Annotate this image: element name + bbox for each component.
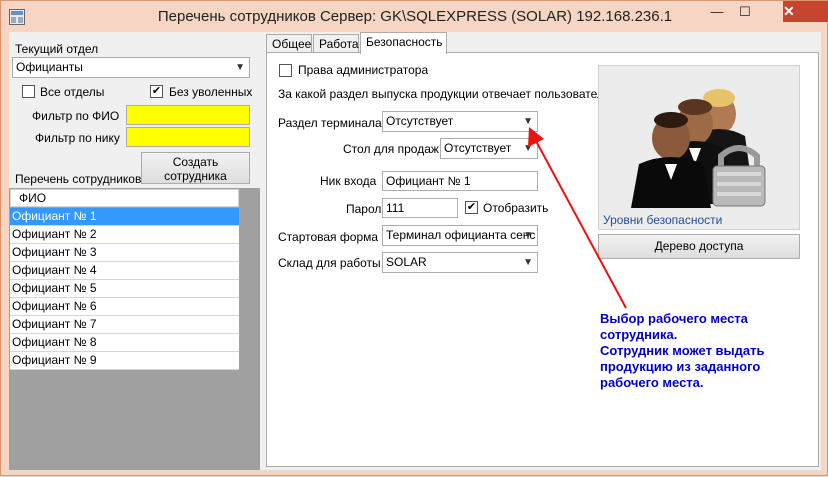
chevron-down-icon: ▼ — [523, 230, 533, 241]
annotation-line: рабочего места. — [600, 375, 704, 390]
checkmark-icon: ✔ — [151, 85, 162, 97]
no-fired-label: Без уволенных — [169, 85, 253, 99]
login-nick-label: Ник входа — [320, 174, 377, 188]
table-row[interactable]: Официант № 4 — [10, 262, 239, 280]
maximize-button[interactable]: ☐ — [732, 2, 758, 23]
warehouse-value: SOLAR — [386, 255, 427, 269]
chevron-down-icon: ▼ — [523, 257, 533, 268]
security-tab-panel: Права администратора За какой раздел вып… — [266, 52, 819, 467]
terminal-section-select[interactable]: Отсутствует ▼ — [382, 111, 538, 132]
all-depts-label: Все отделы — [40, 85, 105, 99]
production-question-label: За какой раздел выпуска продукции отвеча… — [278, 87, 611, 101]
client-area: Текущий отдел Официанты ▼ Все отделы ✔ Б… — [9, 32, 821, 470]
current-dept-select[interactable]: Официанты ▼ — [12, 57, 250, 78]
table-row[interactable]: Официант № 6 — [10, 298, 239, 316]
current-dept-label: Текущий отдел — [15, 42, 99, 56]
admin-rights-label: Права администратора — [298, 63, 429, 77]
create-button-line1: Создать — [172, 155, 219, 169]
annotation-text: Выбор рабочего места сотрудника. Сотрудн… — [600, 311, 765, 391]
filter-fio-input[interactable] — [126, 105, 250, 125]
users-lock-icon — [631, 89, 766, 208]
start-form-label: Стартовая форма — [278, 230, 379, 244]
login-nick-input[interactable]: Официант № 1 — [382, 171, 538, 191]
security-levels-link[interactable]: Уровни безопасности — [603, 212, 722, 228]
show-password-label: Отобразить — [483, 201, 549, 215]
warehouse-select[interactable]: SOLAR ▼ — [382, 252, 538, 273]
current-dept-value: Официанты — [16, 60, 83, 74]
terminal-section-value: Отсутствует — [386, 114, 454, 128]
chevron-down-icon: ▼ — [235, 62, 245, 73]
table-row[interactable]: Официант № 3 — [10, 244, 239, 262]
tab-security[interactable]: Безопасность — [360, 32, 447, 54]
table-row[interactable]: Официант № 2 — [10, 226, 239, 244]
terminal-section-label: Раздел терминала — [278, 116, 382, 130]
annotation-line: продукцию из заданного — [600, 359, 761, 374]
no-fired-checkbox[interactable]: ✔ — [150, 85, 163, 98]
employee-list-label: Перечень сотрудников — [15, 172, 142, 186]
close-button[interactable]: ✕ — [783, 1, 828, 22]
table-row[interactable]: Официант № 1 — [10, 208, 239, 226]
tab-general[interactable]: Общее — [266, 34, 312, 54]
chevron-down-icon: ▼ — [523, 116, 533, 127]
filter-nick-input[interactable] — [126, 127, 250, 147]
security-levels-image[interactable]: Уровни безопасности — [598, 65, 800, 230]
employee-grid[interactable]: ФИО Официант № 1 Официант № 2 Официант №… — [9, 188, 260, 470]
create-employee-button[interactable]: Создать сотрудника — [141, 152, 250, 184]
sales-table-select[interactable]: Отсутствует ▼ — [440, 138, 538, 159]
table-row[interactable]: Официант № 8 — [10, 334, 239, 352]
start-form-value: Терминал официанта сенс — [386, 228, 536, 242]
tab-work[interactable]: Работа — [313, 34, 359, 54]
checkmark-icon: ✔ — [466, 201, 477, 213]
annotation-line: Выбор рабочего места — [600, 311, 748, 326]
create-button-line2: сотрудника — [164, 169, 227, 183]
chevron-down-icon: ▼ — [523, 143, 533, 154]
password-input[interactable]: 111 — [382, 198, 458, 218]
table-row[interactable]: Официант № 9 — [10, 352, 239, 370]
app-window: Перечень сотрудников Сервер: GK\SQLEXPRE… — [0, 0, 828, 476]
table-row[interactable]: Официант № 5 — [10, 280, 239, 298]
filter-fio-label: Фильтр по ФИО — [32, 109, 120, 123]
grid-header-fio[interactable]: ФИО — [10, 189, 239, 207]
annotation-line: Сотрудник может выдать — [600, 343, 765, 358]
minimize-button[interactable]: — — [704, 2, 730, 23]
table-row[interactable]: Официант № 7 — [10, 316, 239, 334]
show-password-checkbox[interactable]: ✔ — [465, 201, 478, 214]
start-form-select[interactable]: Терминал официанта сенс ▼ — [382, 225, 538, 246]
annotation-line: сотрудника. — [600, 327, 678, 342]
access-tree-button[interactable]: Дерево доступа — [598, 234, 800, 259]
title-bar[interactable]: Перечень сотрудников Сервер: GK\SQLEXPRE… — [1, 1, 828, 33]
filter-nick-label: Фильтр по нику — [35, 131, 120, 145]
warehouse-label: Склад для работы — [278, 256, 381, 270]
all-depts-checkbox[interactable] — [22, 85, 35, 98]
sales-table-label: Стол для продаж — [343, 142, 439, 156]
sales-table-value: Отсутствует — [444, 141, 512, 155]
admin-rights-checkbox[interactable] — [279, 64, 292, 77]
